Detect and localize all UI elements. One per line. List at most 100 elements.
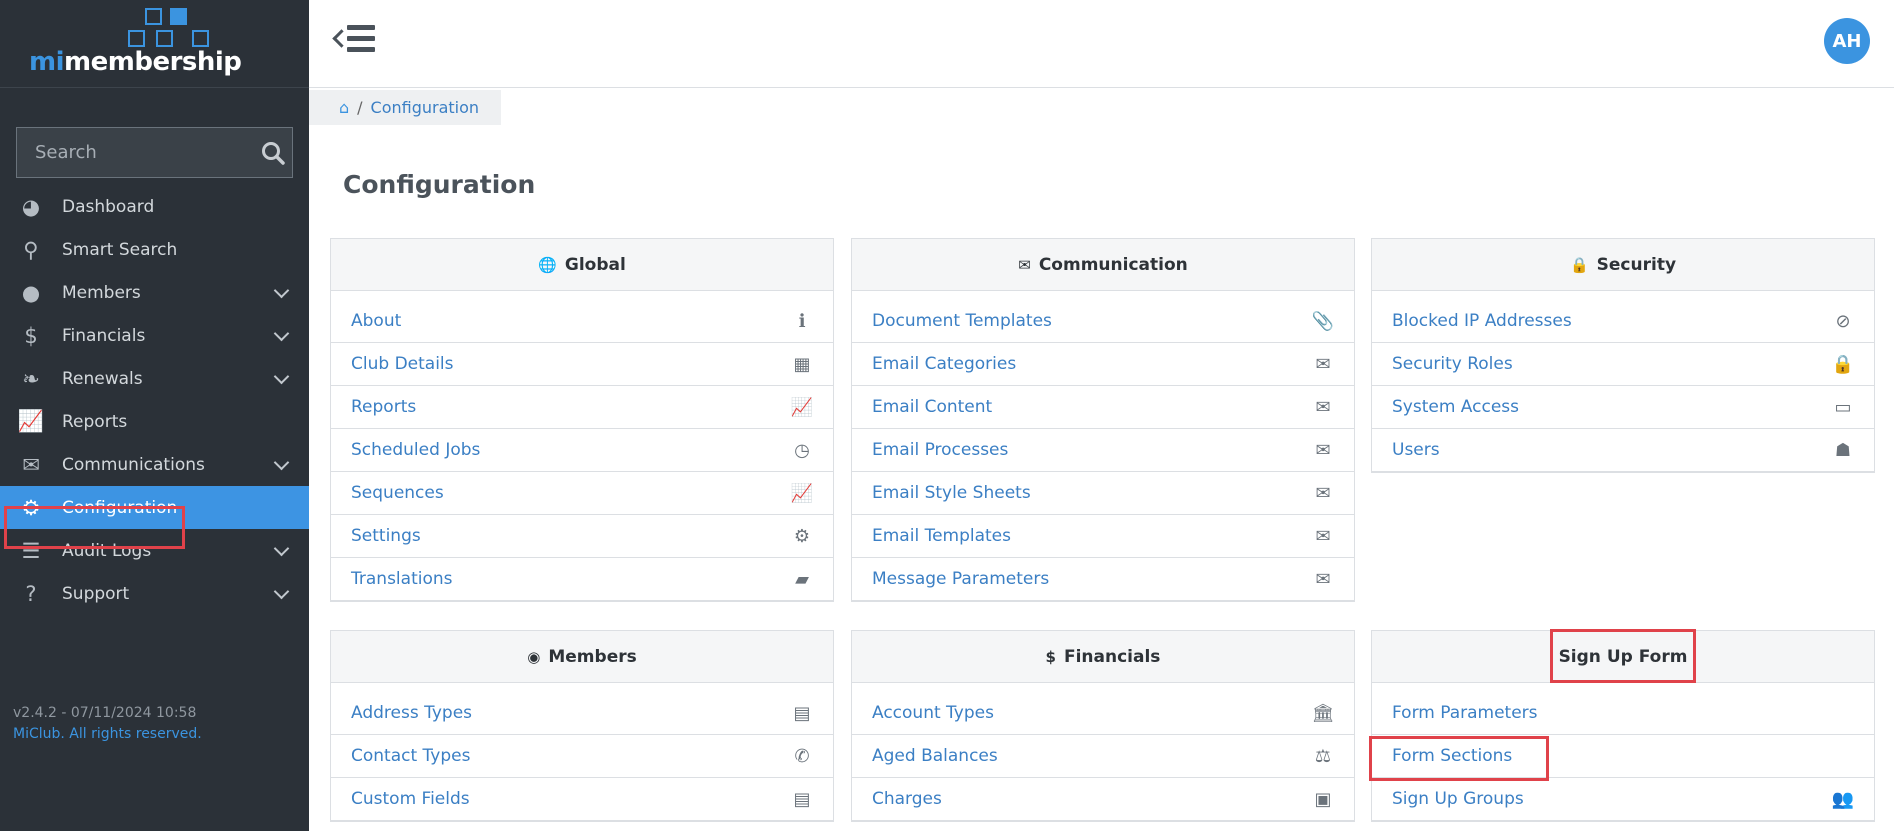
config-link-email-templates[interactable]: Email Templates ✉	[852, 515, 1354, 558]
config-link-label[interactable]: Scheduled Jobs	[351, 440, 480, 460]
config-link-label[interactable]: Contact Types	[351, 746, 470, 766]
config-link-label[interactable]: About	[351, 311, 401, 331]
config-link-label[interactable]: Security Roles	[1392, 354, 1513, 374]
balance-scale-icon: ⚖	[1314, 745, 1332, 767]
panel-header: $ Financials	[852, 631, 1354, 683]
config-link-contact-types[interactable]: Contact Types ✆	[331, 735, 833, 778]
config-link-sequences[interactable]: Sequences 📈	[331, 472, 833, 515]
config-link-reports[interactable]: Reports 📈	[331, 386, 833, 429]
address-card-icon: ▤	[793, 702, 811, 724]
sidebar-item-communications[interactable]: ✉ Communications	[0, 443, 309, 486]
config-link-label[interactable]: Form Parameters	[1392, 703, 1538, 723]
config-link-form-parameters[interactable]: Form Parameters	[1372, 692, 1874, 735]
config-link-label[interactable]: Users	[1392, 440, 1440, 460]
config-link-label[interactable]: Aged Balances	[872, 746, 998, 766]
clock-icon: ◷	[794, 439, 810, 461]
sidebar-item-financials[interactable]: $ Financials	[0, 314, 309, 357]
sidebar-item-members[interactable]: ● Members	[0, 271, 309, 314]
sidebar-item-label: Smart Search	[62, 239, 178, 260]
panel-global: 🌐 Global About ℹ Club Details ▦ Reports 📈 Schedu…	[330, 238, 834, 602]
config-link-label[interactable]: Account Types	[872, 703, 994, 723]
config-link-scheduled-jobs[interactable]: Scheduled Jobs ◷	[331, 429, 833, 472]
config-link-email-style-sheets[interactable]: Email Style Sheets ✉	[852, 472, 1354, 515]
config-link-about[interactable]: About ℹ	[331, 300, 833, 343]
line-chart-icon: 📈	[790, 396, 814, 418]
panel-financials: $ Financials Account Types 🏛 Aged Balances ⚖ C…	[851, 630, 1355, 822]
config-link-sign-up-groups[interactable]: Sign Up Groups 👥	[1372, 778, 1874, 821]
sidebar-item-support[interactable]: ? Support	[0, 572, 309, 615]
search-input[interactable]	[35, 142, 260, 163]
chevron-down-icon[interactable]	[273, 540, 290, 557]
sidebar-item-label: Members	[62, 282, 141, 303]
config-link-email-categories[interactable]: Email Categories ✉	[852, 343, 1354, 386]
desktop-icon: ▭	[1834, 396, 1852, 418]
gear-icon: ⚙	[793, 525, 811, 547]
logo[interactable]: mimembership	[0, 0, 309, 88]
chevron-down-icon[interactable]	[273, 454, 290, 471]
config-link-charges[interactable]: Charges ▣	[852, 778, 1354, 821]
sidebar-item-dashboard[interactable]: ◕ Dashboard	[0, 185, 309, 228]
search-icon[interactable]	[260, 140, 286, 166]
config-link-aged-balances[interactable]: Aged Balances ⚖	[852, 735, 1354, 778]
config-link-label[interactable]: Email Content	[872, 397, 992, 417]
config-link-label[interactable]: Sequences	[351, 483, 444, 503]
config-link-label[interactable]: Email Categories	[872, 354, 1016, 374]
chevron-down-icon[interactable]	[273, 282, 290, 299]
config-link-label[interactable]: Blocked IP Addresses	[1392, 311, 1572, 331]
config-link-label[interactable]: Charges	[872, 789, 942, 809]
config-link-security-roles[interactable]: Security Roles 🔒	[1372, 343, 1874, 386]
sidebar: mimembership ◕ Dashboard ⚲ Smart Search ● Mem…	[0, 0, 309, 831]
dollar-icon: $	[1045, 647, 1056, 666]
config-link-club-details[interactable]: Club Details ▦	[331, 343, 833, 386]
chevron-down-icon[interactable]	[273, 368, 290, 385]
config-link-form-sections[interactable]: Form Sections	[1372, 735, 1874, 778]
config-link-label[interactable]: Form Sections	[1392, 746, 1512, 766]
config-link-label[interactable]: Email Style Sheets	[872, 483, 1031, 503]
lock-icon: 🔒	[1831, 353, 1855, 375]
config-link-label[interactable]: Custom Fields	[351, 789, 470, 809]
sidebar-item-label: Support	[62, 583, 130, 604]
avatar[interactable]: AH	[1824, 18, 1870, 64]
config-link-system-access[interactable]: System Access ▭	[1372, 386, 1874, 429]
config-link-label[interactable]: Email Templates	[872, 526, 1011, 546]
config-link-label[interactable]: Address Types	[351, 703, 472, 723]
sidebar-item-configuration[interactable]: ⚙ Configuration	[0, 486, 309, 529]
config-link-users[interactable]: Users ☗	[1372, 429, 1874, 472]
config-link-translations[interactable]: Translations ▰	[331, 558, 833, 601]
sidebar-item-smart-search[interactable]: ⚲ Smart Search	[0, 228, 309, 271]
config-link-label[interactable]: Message Parameters	[872, 569, 1049, 589]
sidebar-item-label: Dashboard	[62, 196, 155, 217]
sidebar-item-reports[interactable]: 📈 Reports	[0, 400, 309, 443]
panel-title: Financials	[1063, 646, 1161, 667]
config-link-label[interactable]: Settings	[351, 526, 421, 546]
sidebar-item-label: Configuration	[62, 497, 178, 518]
config-link-custom-fields[interactable]: Custom Fields ▤	[331, 778, 833, 821]
sidebar-item-audit-logs[interactable]: ☰ Audit Logs	[0, 529, 309, 572]
config-link-label[interactable]: Document Templates	[872, 311, 1052, 331]
config-link-label[interactable]: Reports	[351, 397, 416, 417]
home-icon[interactable]: ⌂	[339, 98, 349, 117]
config-link-message-parameters[interactable]: Message Parameters ✉	[852, 558, 1354, 601]
building-icon: ▦	[793, 353, 811, 375]
config-link-label[interactable]: Club Details	[351, 354, 454, 374]
config-link-settings[interactable]: Settings ⚙	[331, 515, 833, 558]
breadcrumb-configuration[interactable]: Configuration	[371, 98, 480, 117]
panel-title: Members	[548, 646, 637, 667]
menu-toggle-icon[interactable]	[332, 22, 377, 56]
config-link-label[interactable]: Translations	[351, 569, 453, 589]
config-link-blocked-ip-addresses[interactable]: Blocked IP Addresses ⊘	[1372, 300, 1874, 343]
config-link-account-types[interactable]: Account Types 🏛	[852, 692, 1354, 735]
sidebar-item-label: Audit Logs	[62, 540, 152, 561]
chevron-down-icon[interactable]	[273, 583, 290, 600]
config-link-email-processes[interactable]: Email Processes ✉	[852, 429, 1354, 472]
users-icon: 👥	[1831, 788, 1855, 810]
panel-header: ◉ Members	[331, 631, 833, 683]
config-link-label[interactable]: System Access	[1392, 397, 1519, 417]
config-link-email-content[interactable]: Email Content ✉	[852, 386, 1354, 429]
config-link-label[interactable]: Email Processes	[872, 440, 1008, 460]
config-link-document-templates[interactable]: Document Templates 📎	[852, 300, 1354, 343]
config-link-label[interactable]: Sign Up Groups	[1392, 789, 1524, 809]
sidebar-item-renewals[interactable]: ❧ Renewals	[0, 357, 309, 400]
chevron-down-icon[interactable]	[273, 325, 290, 342]
config-link-address-types[interactable]: Address Types ▤	[331, 692, 833, 735]
